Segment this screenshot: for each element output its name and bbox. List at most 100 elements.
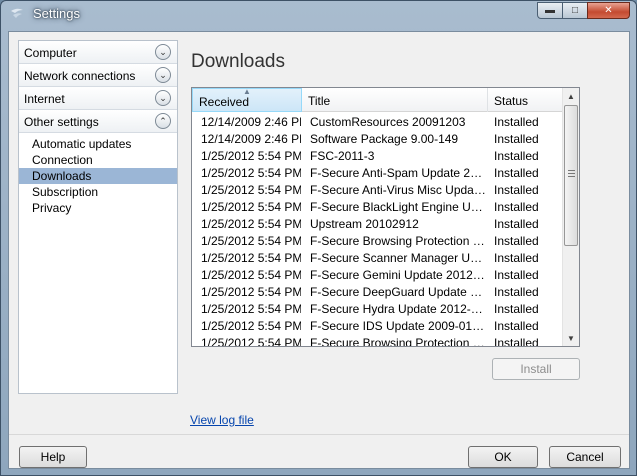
received-cell: 1/25/2012 5:54 PM (201, 268, 301, 282)
title-cell: Upstream 20102912 (310, 217, 419, 231)
title-cell: F-Secure Scanner Manager Updat... (310, 251, 488, 265)
title-cell: F-Secure Hydra Update 2012-01-... (310, 302, 488, 316)
title-cell: F-Secure Anti-Virus Misc Update 2... (310, 183, 488, 197)
sidebar-section-internet[interactable]: Internet ⌄ (19, 87, 177, 110)
title-cell: F-Secure BlackLight Engine Updat... (310, 200, 488, 214)
settings-window: Settings ▬ □ ✕ Computer ⌄ Network connec… (0, 0, 637, 476)
chevron-down-icon[interactable]: ⌄ (155, 67, 171, 83)
scrollbar-thumb[interactable] (564, 105, 578, 246)
window-title: Settings (33, 6, 80, 21)
table-row[interactable]: 1/25/2012 5:54 PM F-Secure Browsing Prote… (192, 233, 563, 250)
status-cell: Installed (494, 149, 539, 163)
chevron-down-icon[interactable]: ⌄ (155, 44, 171, 60)
received-cell: 1/25/2012 5:54 PM (201, 285, 301, 299)
received-cell: 12/14/2009 2:46 PM (201, 115, 301, 129)
status-cell: Installed (494, 319, 539, 333)
column-header-status[interactable]: Status (488, 88, 563, 112)
table-row[interactable]: 1/25/2012 5:54 PM F-Secure Anti-Virus Mis… (192, 182, 563, 199)
status-cell: Installed (494, 336, 539, 347)
table-row[interactable]: 1/25/2012 5:54 PM Upstream 20102912 Instal… (192, 216, 563, 233)
table-row[interactable]: 1/25/2012 5:54 PM FSC-2011-3 Installed (192, 148, 563, 165)
sidebar-item-connection[interactable]: Connection (19, 152, 177, 168)
received-cell: 1/25/2012 5:54 PM (201, 200, 301, 214)
title-cell: CustomResources 20091203 (310, 115, 466, 129)
help-button[interactable]: Help (19, 446, 87, 468)
sidebar-section-other-settings[interactable]: Other settings ⌃ (19, 110, 177, 133)
ok-button[interactable]: OK (468, 446, 538, 468)
arrow-up-icon: ▲ (567, 91, 575, 101)
received-cell: 12/14/2009 2:46 PM (201, 132, 301, 146)
chevron-up-icon[interactable]: ⌃ (155, 113, 171, 129)
column-header-title[interactable]: Title (302, 88, 488, 112)
scroll-up-button[interactable]: ▲ (563, 88, 579, 104)
maximize-button[interactable]: □ (562, 2, 588, 19)
table-row[interactable]: 1/25/2012 5:54 PM F-Secure Browsing Prote… (192, 335, 563, 347)
close-icon: ✕ (604, 5, 613, 16)
column-header-received[interactable]: ▲ Received (192, 88, 302, 112)
close-button[interactable]: ✕ (587, 2, 630, 19)
status-cell: Installed (494, 132, 539, 146)
table-row[interactable]: 1/25/2012 5:54 PM F-Secure Scanner Manage… (192, 250, 563, 267)
received-cell: 1/25/2012 5:54 PM (201, 149, 301, 163)
status-cell: Installed (494, 115, 539, 129)
received-cell: 1/25/2012 5:54 PM (201, 166, 301, 180)
table-row[interactable]: 1/25/2012 5:54 PM F-Secure DeepGuard Upda… (192, 284, 563, 301)
column-header-label: Status (494, 94, 529, 108)
list-header: ▲ Received Title Status (192, 88, 563, 112)
sidebar-section-label: Computer (24, 46, 77, 60)
received-cell: 1/25/2012 5:54 PM (201, 234, 301, 248)
received-cell: 1/25/2012 5:54 PM (201, 319, 301, 333)
footer-divider (9, 434, 629, 435)
sidebar-item-privacy[interactable]: Privacy (19, 200, 177, 216)
table-row[interactable]: 1/25/2012 5:54 PM F-Secure Anti-Spam Upda… (192, 165, 563, 182)
other-settings-items: Automatic updates Connection Downloads S… (19, 133, 177, 216)
vertical-scrollbar[interactable]: ▲ ▼ (562, 88, 579, 346)
sidebar-section-label: Network connections (24, 69, 136, 83)
title-cell: F-Secure DeepGuard Update 201... (310, 285, 488, 299)
status-cell: Installed (494, 166, 539, 180)
column-header-label: Received (199, 95, 250, 109)
title-cell: F-Secure Gemini Update 2012-01-... (310, 268, 488, 282)
table-row[interactable]: 1/25/2012 5:54 PM F-Secure BlackLight Eng… (192, 199, 563, 216)
received-cell: 1/25/2012 5:54 PM (201, 302, 301, 316)
status-cell: Installed (494, 268, 539, 282)
scroll-down-button[interactable]: ▼ (563, 330, 579, 346)
sidebar-item-subscription[interactable]: Subscription (19, 184, 177, 200)
status-cell: Installed (494, 234, 539, 248)
page-title: Downloads (191, 51, 285, 72)
sidebar-item-automatic-updates[interactable]: Automatic updates (19, 136, 177, 152)
table-row[interactable]: 1/25/2012 5:54 PM F-Secure IDS Update 200… (192, 318, 563, 335)
received-cell: 1/25/2012 5:54 PM (201, 217, 301, 231)
table-row[interactable]: 12/14/2009 2:46 PM Software Package 9.00-… (192, 131, 563, 148)
status-cell: Installed (494, 251, 539, 265)
table-row[interactable]: 1/25/2012 5:54 PM F-Secure Gemini Update … (192, 267, 563, 284)
status-cell: Installed (494, 200, 539, 214)
status-cell: Installed (494, 183, 539, 197)
table-row[interactable]: 12/14/2009 2:46 PM CustomResources 200912… (192, 114, 563, 131)
received-cell: 1/25/2012 5:54 PM (201, 183, 301, 197)
title-cell: F-Secure Browsing Protection ES ... (310, 234, 488, 248)
dialog-client-area: Computer ⌄ Network connections ⌄ Interne… (8, 31, 630, 469)
status-cell: Installed (494, 217, 539, 231)
arrow-down-icon: ▼ (567, 333, 575, 343)
caption-buttons: ▬ □ ✕ (537, 2, 630, 19)
install-button[interactable]: Install (492, 358, 580, 380)
cancel-button[interactable]: Cancel (549, 446, 621, 468)
f-secure-logo-icon (11, 8, 23, 18)
settings-sidebar: Computer ⌄ Network connections ⌄ Interne… (18, 40, 178, 394)
table-row[interactable]: 1/25/2012 5:54 PM F-Secure Hydra Update 2… (192, 301, 563, 318)
sidebar-section-label: Internet (24, 92, 65, 106)
title-cell: Software Package 9.00-149 (310, 132, 459, 146)
view-log-link[interactable]: View log file (190, 413, 254, 427)
sidebar-item-downloads[interactable]: Downloads (19, 168, 177, 184)
received-cell: 1/25/2012 5:54 PM (201, 251, 301, 265)
sidebar-section-network-connections[interactable]: Network connections ⌄ (19, 64, 177, 87)
received-cell: 1/25/2012 5:54 PM (201, 336, 301, 347)
downloads-list[interactable]: ▲ Received Title Status 12/14/2009 2:46 … (191, 87, 580, 347)
status-cell: Installed (494, 285, 539, 299)
sidebar-section-computer[interactable]: Computer ⌄ (19, 41, 177, 64)
chevron-down-icon[interactable]: ⌄ (155, 90, 171, 106)
minimize-button[interactable]: ▬ (537, 2, 563, 19)
title-cell: F-Secure IDS Update 2009-01-19... (310, 319, 488, 333)
title-bar[interactable]: Settings ▬ □ ✕ (1, 1, 636, 27)
